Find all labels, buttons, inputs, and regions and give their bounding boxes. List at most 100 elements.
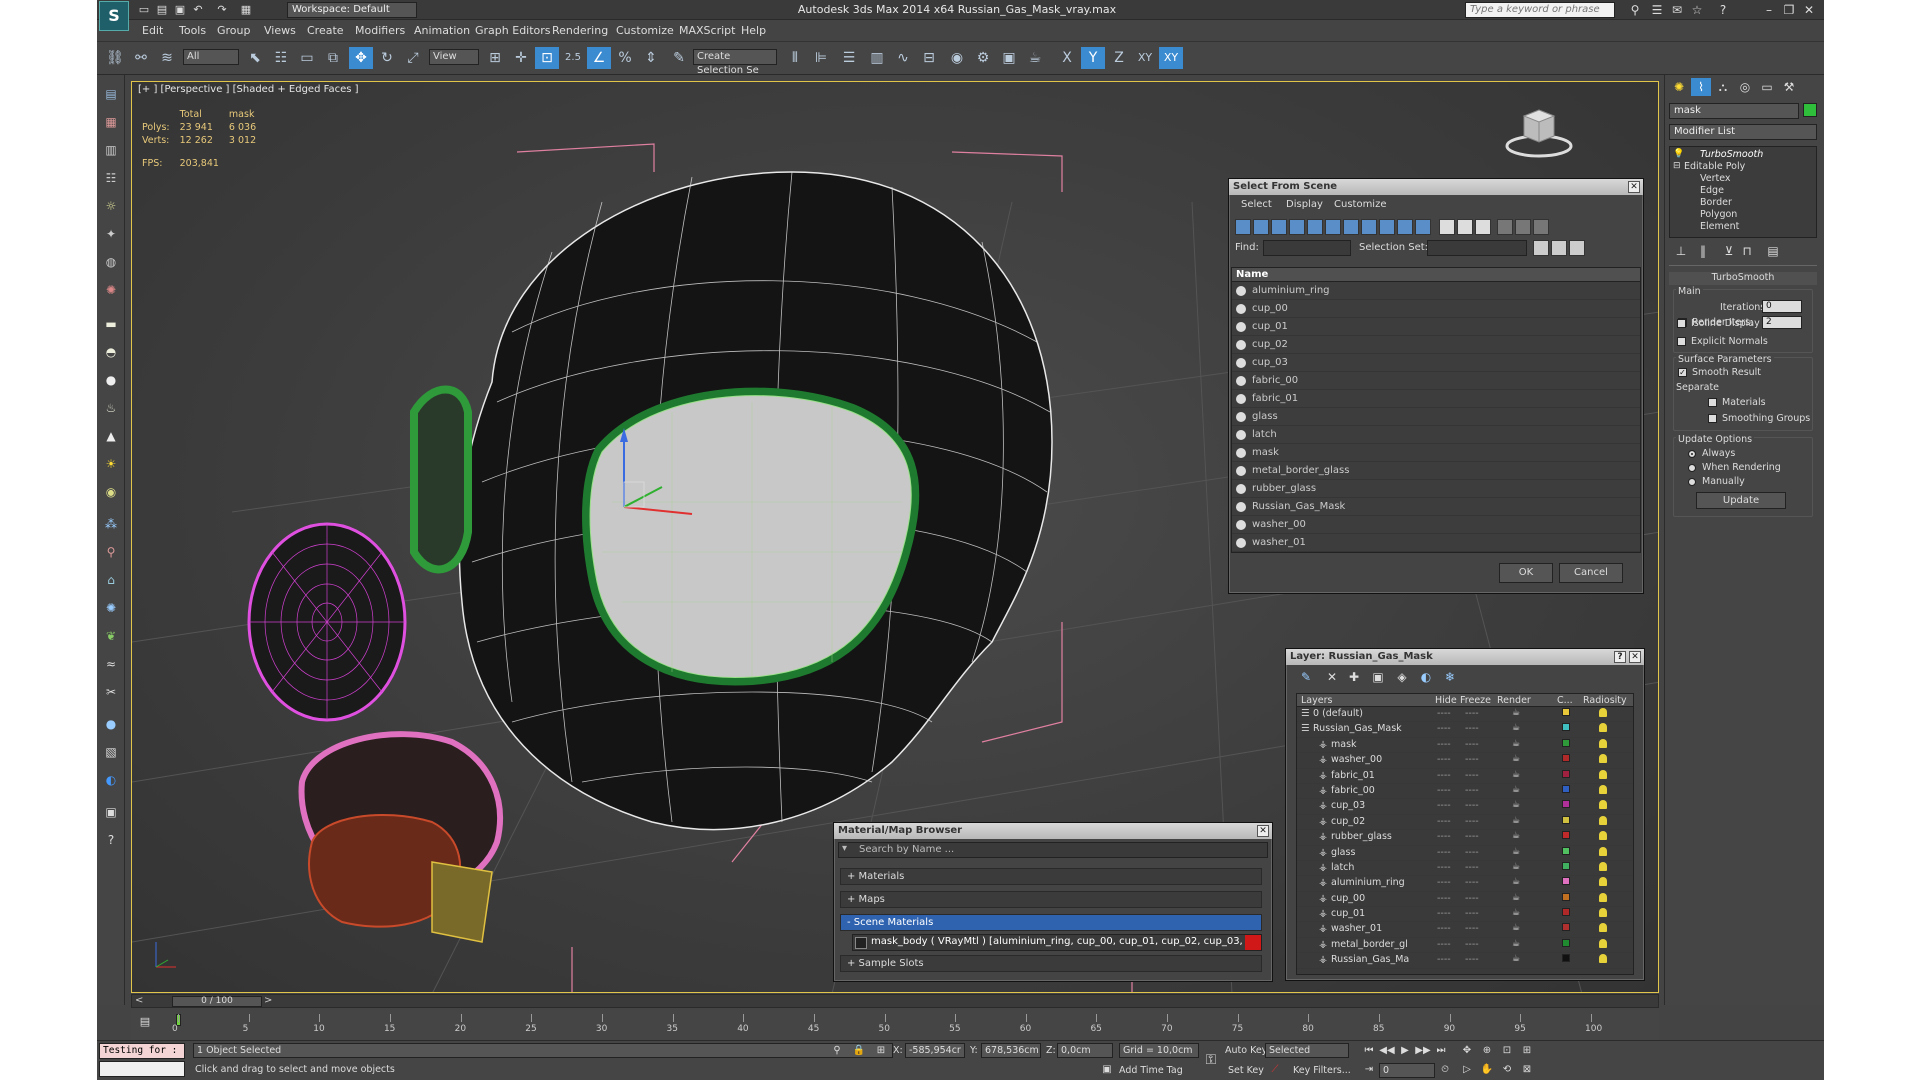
- axis-x-button[interactable]: X: [1055, 47, 1079, 69]
- stack-element[interactable]: Element: [1700, 221, 1739, 232]
- sfs-filter-frozen-icon[interactable]: [1415, 219, 1431, 235]
- auto-key-button[interactable]: Auto Key: [1225, 1045, 1267, 1056]
- toggle-dash[interactable]: ----: [1437, 847, 1451, 858]
- key-mode-dropdown[interactable]: Selected: [1265, 1043, 1349, 1058]
- highlight-layer-icon[interactable]: ◈: [1394, 669, 1410, 685]
- smoothing-groups-checkbox[interactable]: [1708, 414, 1717, 423]
- named-selection-dropdown[interactable]: Create Selection Se: [693, 49, 777, 76]
- show-end-result-icon[interactable]: ‖: [1695, 243, 1711, 259]
- container-icon[interactable]: ▤: [102, 85, 120, 103]
- stack-vertex[interactable]: Vertex: [1700, 173, 1731, 184]
- sfs-menu-display[interactable]: Display: [1286, 199, 1323, 210]
- mmb-section-maps[interactable]: + Maps: [840, 891, 1262, 908]
- pan-icon[interactable]: ✋: [1479, 1063, 1495, 1077]
- default-in-out-icon[interactable]: ⟋: [1267, 1063, 1283, 1077]
- layer-color-swatch[interactable]: [1562, 923, 1570, 932]
- zoom-all-icon[interactable]: ⊕: [1479, 1044, 1495, 1058]
- render-teapot-icon[interactable]: ☕: [1512, 831, 1520, 841]
- render-teapot-icon[interactable]: ☕: [1512, 754, 1520, 764]
- render-teapot-icon[interactable]: ☕: [1512, 893, 1520, 903]
- light-icon[interactable]: ☼: [102, 197, 120, 215]
- layer-color-swatch[interactable]: [1562, 861, 1570, 870]
- edit-named-selection-icon[interactable]: ✎: [667, 47, 691, 69]
- go-to-end-icon[interactable]: ⏭: [1433, 1044, 1449, 1058]
- toggle-dash[interactable]: ----: [1465, 708, 1479, 719]
- radiosity-icon[interactable]: [1599, 815, 1607, 825]
- maximize-viewport-icon[interactable]: ⊠: [1519, 1063, 1535, 1077]
- render-iters-spinner[interactable]: 2: [1762, 316, 1802, 329]
- pin-stack-icon[interactable]: ⊥: [1673, 243, 1689, 259]
- close-icon[interactable]: ✕: [1801, 2, 1817, 18]
- sfs-list-item[interactable]: cup_01: [1232, 318, 1640, 336]
- spinner-snap-icon[interactable]: ⇕: [639, 47, 663, 69]
- sfs-list-item[interactable]: aluminium_ring: [1232, 282, 1640, 300]
- layer-row[interactable]: washer_00 ⚶ ---- ---- ☕: [1297, 753, 1633, 769]
- render-column-header[interactable]: Render: [1497, 695, 1531, 706]
- menu-tools[interactable]: Tools: [179, 24, 206, 37]
- keyboard-shortcut-icon[interactable]: ⊡: [535, 47, 559, 69]
- sfs-selection-set-dropdown[interactable]: [1427, 240, 1527, 256]
- camera-icon[interactable]: ⌂: [102, 571, 120, 589]
- unlink-icon[interactable]: ⚯: [129, 47, 153, 69]
- isolate-selection-icon[interactable]: ⚲: [829, 1044, 845, 1058]
- bind-space-warp-icon[interactable]: ≋: [155, 47, 179, 69]
- select-rotate-icon[interactable]: ↻: [375, 47, 399, 69]
- inherit-container-icon[interactable]: ▦: [102, 113, 120, 131]
- sfs-select-all-icon[interactable]: [1439, 219, 1455, 235]
- particle-icon[interactable]: ✺: [102, 281, 120, 299]
- toggle-dash[interactable]: ----: [1437, 954, 1451, 965]
- add-time-tag-label[interactable]: Add Time Tag: [1119, 1065, 1183, 1076]
- layer-color-swatch[interactable]: [1562, 954, 1570, 963]
- rendered-frame-icon[interactable]: ▣: [997, 47, 1021, 69]
- sphere-icon[interactable]: ●: [102, 371, 120, 389]
- sfs-list-item[interactable]: fabric_00: [1232, 372, 1640, 390]
- menu-customize[interactable]: Customize: [616, 24, 674, 37]
- toggle-dash[interactable]: ----: [1465, 877, 1479, 888]
- sfs-list-item[interactable]: cup_03: [1232, 354, 1640, 372]
- layer-row[interactable]: 0 (default) ☰ ---- ---- ☕: [1297, 707, 1633, 723]
- play-icon[interactable]: ▶: [1397, 1044, 1413, 1058]
- toggle-dash[interactable]: ----: [1465, 770, 1479, 781]
- layer-table[interactable]: Layers Hide Freeze Render C... Radiosity…: [1296, 693, 1634, 975]
- zoom-extents-icon[interactable]: ⊡: [1499, 1044, 1515, 1058]
- toggle-dash[interactable]: ----: [1437, 785, 1451, 796]
- toggle-dash[interactable]: ----: [1465, 923, 1479, 934]
- toggle-dash[interactable]: ----: [1437, 939, 1451, 950]
- menu-rendering[interactable]: Rendering: [552, 24, 608, 37]
- display-tab-icon[interactable]: ▭: [1757, 78, 1777, 96]
- set-key-button[interactable]: Set Key: [1228, 1065, 1264, 1076]
- menu-edit[interactable]: Edit: [142, 24, 163, 37]
- smooth-result-checkbox[interactable]: ✓: [1678, 368, 1687, 377]
- render-teapot-icon[interactable]: ☕: [1512, 723, 1520, 733]
- add-to-layer-icon[interactable]: ✚: [1346, 669, 1362, 685]
- x-coord-field[interactable]: -585,954cr: [905, 1043, 965, 1058]
- radiosity-icon[interactable]: [1599, 861, 1607, 871]
- stack-polygon[interactable]: Polygon: [1700, 209, 1737, 220]
- time-slider-prev-icon[interactable]: <: [135, 995, 143, 1006]
- axis-z-button[interactable]: Z: [1107, 47, 1131, 69]
- toggle-dash[interactable]: ----: [1465, 908, 1479, 919]
- sfs-filter-shapes-icon[interactable]: [1253, 219, 1269, 235]
- layer-row[interactable]: glass ⚶ ---- ---- ☕: [1297, 846, 1633, 861]
- plant-icon[interactable]: ❦: [102, 627, 120, 645]
- layer-color-swatch[interactable]: [1562, 769, 1570, 778]
- sfs-filter-warps-icon[interactable]: [1325, 219, 1341, 235]
- selection-filter-dropdown[interactable]: All: [183, 49, 239, 65]
- radiosity-icon[interactable]: [1599, 831, 1607, 841]
- restore-icon[interactable]: ❐: [1781, 2, 1797, 18]
- sfs-filter-bones-icon[interactable]: [1379, 219, 1395, 235]
- layer-row[interactable]: fabric_00 ⚶ ---- ---- ☕: [1297, 784, 1633, 800]
- torus-icon[interactable]: ◉: [102, 483, 120, 501]
- stack-editable-poly[interactable]: Editable Poly: [1684, 161, 1745, 172]
- select-move-icon[interactable]: ✥: [349, 47, 373, 69]
- layer-row[interactable]: metal_border_gl ⚶ ---- ---- ☕: [1297, 938, 1633, 954]
- field-of-view-icon[interactable]: ▷: [1459, 1063, 1475, 1077]
- when-rendering-radio[interactable]: [1688, 464, 1696, 472]
- sfs-columns-icon[interactable]: [1533, 219, 1549, 235]
- sfs-list-item[interactable]: washer_00: [1232, 516, 1640, 534]
- sfs-add-to-set-icon[interactable]: [1569, 240, 1585, 256]
- radiosity-icon[interactable]: [1599, 892, 1607, 902]
- sfs-name-column-header[interactable]: Name: [1232, 268, 1640, 282]
- sun-icon[interactable]: ☀: [102, 455, 120, 473]
- stack-expand-icon[interactable]: ⊟: [1673, 161, 1681, 171]
